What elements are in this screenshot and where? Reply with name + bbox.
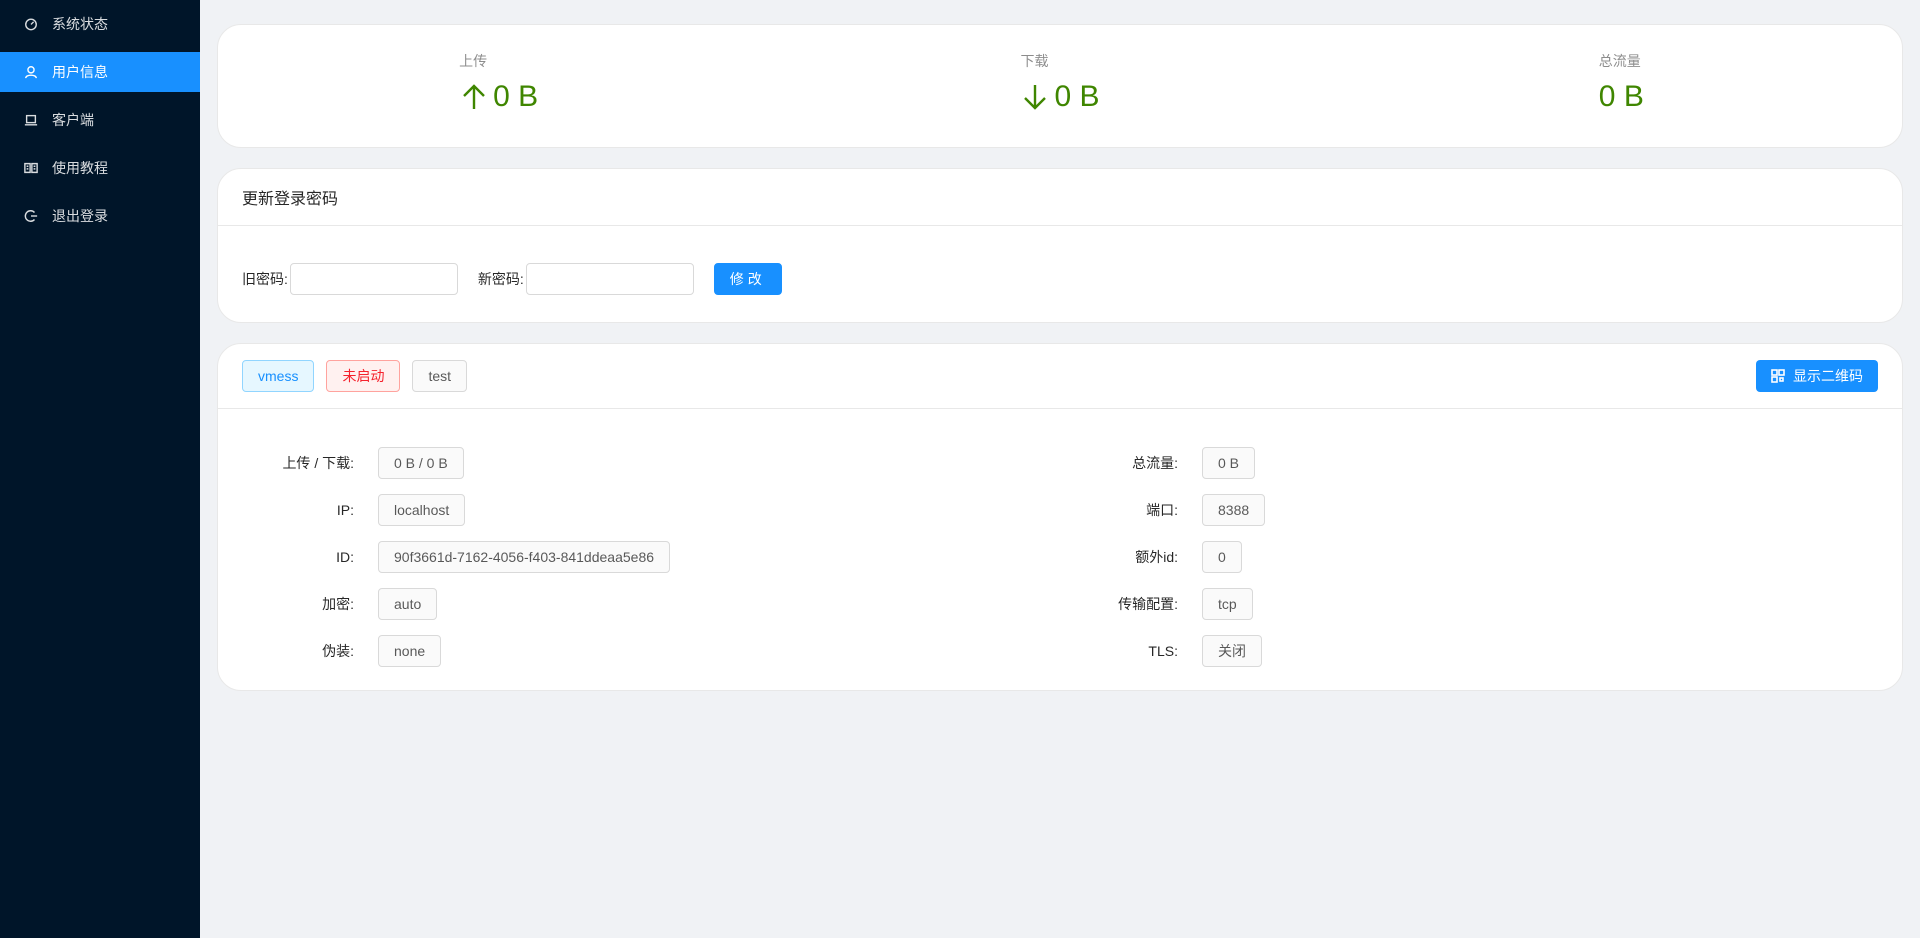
book-icon — [24, 161, 38, 175]
arrow-up-icon — [459, 82, 489, 112]
user-icon — [24, 65, 38, 79]
config-label: 端口: — [1146, 502, 1178, 518]
config-row-alter-id: 额外id: 0 — [218, 541, 1242, 573]
remark-tag: test — [412, 360, 468, 392]
update-password-card: 更新登录密码 旧密码: 新密码: 修改 — [217, 168, 1903, 323]
config-row-port: 端口: 8388 — [218, 494, 1266, 526]
total-traffic-value: 0 B — [1202, 447, 1256, 479]
upload-stat-title: 上传 — [459, 53, 488, 69]
sidebar-item-logout[interactable]: 退出登录 — [0, 196, 200, 236]
total-stat-title: 总流量 — [1598, 53, 1641, 69]
main-content: 上传 0 B 下载 0 B 总流量 0 B 更新登录密码 旧密码: 新密码: 修… — [200, 0, 1920, 938]
upload-stat-value: 0 B — [493, 80, 539, 113]
sidebar-item-label: 客户端 — [52, 112, 94, 128]
alter-id-value: 0 — [1202, 541, 1242, 573]
dashboard-icon — [24, 17, 38, 31]
config-label: 额外id: — [1135, 549, 1178, 565]
config-label: 总流量: — [1132, 455, 1178, 471]
transport-value: tcp — [1202, 588, 1253, 620]
show-qrcode-button[interactable]: 显示二维码 — [1756, 360, 1878, 392]
laptop-icon — [24, 113, 38, 127]
tls-value: 关闭 — [1202, 635, 1262, 667]
update-password-title: 更新登录密码 — [218, 169, 1902, 226]
new-password-input[interactable] — [525, 263, 694, 295]
old-password-input[interactable] — [289, 263, 458, 295]
status-tag: 未启动 — [326, 360, 401, 392]
protocol-tag: vmess — [242, 360, 315, 392]
total-stat-value: 0 B — [1598, 80, 1644, 113]
sidebar-item-client[interactable]: 客户端 — [0, 100, 200, 140]
config-label: TLS: — [1148, 643, 1178, 659]
show-qrcode-label: 显示二维码 — [1793, 368, 1863, 384]
config-row-transport: 传输配置: tcp — [218, 588, 1253, 620]
qrcode-icon — [1771, 369, 1785, 383]
total-stat: 总流量 0 B — [1341, 25, 1902, 147]
sidebar-item-label: 系统状态 — [52, 16, 108, 32]
arrow-down-icon — [1020, 82, 1050, 112]
download-stat-value: 0 B — [1054, 80, 1100, 113]
sidebar-item-system-status[interactable]: 系统状态 — [0, 4, 200, 44]
new-password-label: 新密码: — [477, 271, 524, 287]
port-value: 8388 — [1202, 494, 1266, 526]
sidebar-item-label: 使用教程 — [52, 160, 108, 176]
sidebar-item-label: 退出登录 — [52, 208, 108, 224]
modify-button[interactable]: 修改 — [713, 263, 782, 295]
old-password-label: 旧密码: — [242, 271, 288, 287]
download-stat: 下载 0 B — [779, 25, 1340, 147]
config-row-tls: TLS: 关闭 — [218, 635, 1262, 667]
sidebar-item-label: 用户信息 — [52, 64, 108, 80]
config-label: 传输配置: — [1118, 596, 1178, 612]
sidebar: 系统状态 用户信息 客户端 使用教程 退出登录 — [0, 0, 200, 938]
traffic-stats-card: 上传 0 B 下载 0 B 总流量 0 B — [217, 24, 1903, 148]
sidebar-item-user-info[interactable]: 用户信息 — [0, 52, 200, 92]
sidebar-item-tutorial[interactable]: 使用教程 — [0, 148, 200, 188]
vmess-config-card: vmess 未启动 test 显示二维码 上传 / 下载: 0 B / 0 B … — [217, 343, 1903, 691]
logout-icon — [24, 209, 38, 223]
upload-stat: 上传 0 B — [218, 25, 779, 147]
config-row-total: 总流量: 0 B — [218, 447, 1256, 479]
download-stat-title: 下载 — [1020, 53, 1049, 69]
